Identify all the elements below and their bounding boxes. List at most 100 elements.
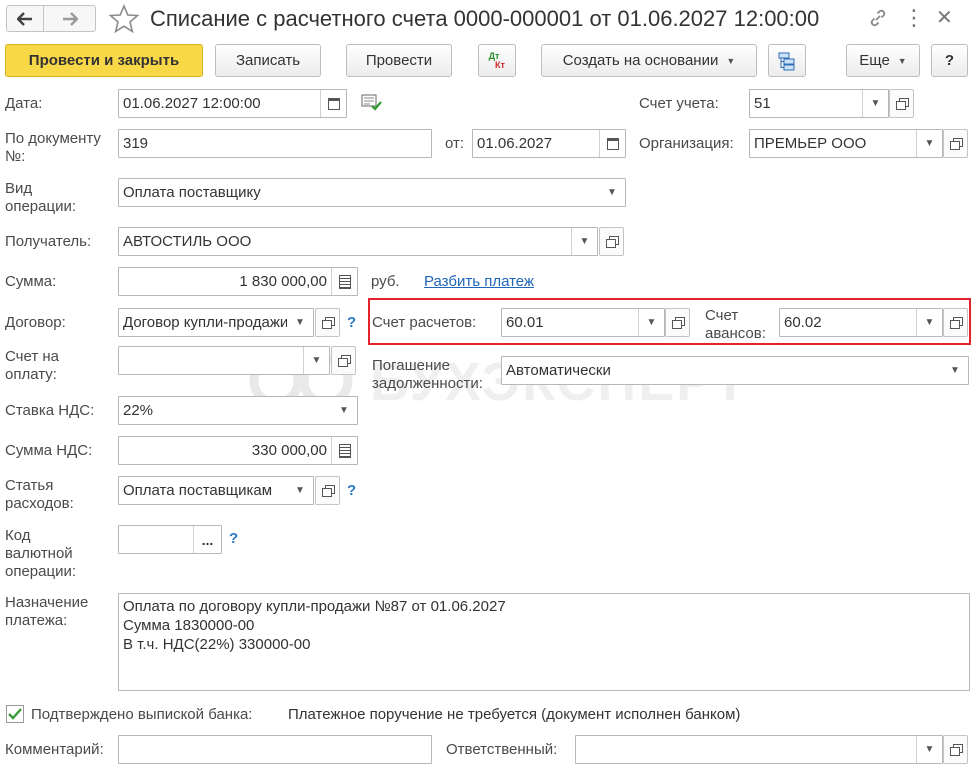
help-label: ? — [944, 52, 955, 69]
save-button[interactable]: Записать — [215, 44, 321, 77]
open-icon — [321, 485, 335, 497]
back-button[interactable] — [6, 5, 44, 32]
link-icon[interactable] — [866, 6, 890, 30]
open-icon — [337, 355, 351, 367]
create-based-on-button[interactable]: Создать на основании ▼ — [541, 44, 757, 77]
account-label: Счет учета: — [639, 95, 719, 112]
calendar-icon — [606, 137, 619, 150]
organization-dropdown-button[interactable]: ▼ — [916, 130, 942, 157]
post-and-close-button[interactable]: Провести и закрыть — [5, 44, 203, 77]
amount-field[interactable]: 1 830 000,00 — [118, 267, 358, 296]
date-label: Дата: — [5, 95, 43, 112]
open-icon — [671, 317, 685, 329]
contract-field[interactable]: Договор купли-продажи ▼ — [118, 308, 314, 337]
doc-date-calendar-button[interactable] — [599, 130, 625, 157]
calculator-icon — [338, 443, 351, 458]
invoice-field[interactable]: ▼ — [118, 346, 330, 375]
debt-repayment-dropdown-button[interactable]: ▼ — [942, 357, 968, 384]
more-button[interactable]: Еще ▼ — [846, 44, 920, 77]
contract-help-icon[interactable]: ? — [347, 314, 356, 331]
vat-rate-field[interactable]: 22% ▼ — [118, 396, 358, 425]
operation-type-dropdown-button[interactable]: ▼ — [599, 179, 625, 206]
purpose-textarea[interactable]: Оплата по договору купли-продажи №87 от … — [118, 593, 970, 691]
responsible-open-button[interactable] — [943, 735, 968, 764]
doc-date-label: от: — [445, 135, 465, 152]
create-based-on-label: Создать на основании — [562, 52, 719, 69]
settlement-account-label: Счет расчетов: — [372, 314, 477, 331]
favorite-star-icon[interactable] — [108, 3, 140, 35]
date-field[interactable]: 01.06.2027 12:00:00 — [118, 89, 347, 118]
account-open-button[interactable] — [889, 89, 914, 118]
currency-op-code-field[interactable]: ... — [118, 525, 222, 554]
forward-button[interactable] — [44, 5, 96, 32]
expense-item-dropdown-button[interactable]: ▼ — [287, 477, 313, 504]
operation-type-field[interactable]: Оплата поставщику ▼ — [118, 178, 626, 207]
vat-rate-value: 22% — [123, 402, 154, 419]
debt-repayment-value: Автоматически — [506, 362, 611, 379]
expense-item-label: Статья расходов: — [5, 477, 74, 512]
date-value: 01.06.2027 12:00:00 — [123, 95, 261, 112]
expense-item-field[interactable]: Оплата поставщикам ▼ — [118, 476, 314, 505]
doc-number-value: 319 — [123, 135, 149, 152]
recipient-field[interactable]: АВТОСТИЛЬ ООО ▼ — [118, 227, 598, 256]
responsible-dropdown-button[interactable]: ▼ — [916, 736, 942, 763]
amount-calculator-button[interactable] — [331, 268, 357, 295]
organization-field[interactable]: ПРЕМЬЕР ООО ▼ — [749, 129, 943, 158]
expense-item-open-button[interactable] — [315, 476, 340, 505]
close-icon[interactable]: ✕ — [936, 5, 953, 32]
help-button[interactable]: ? — [931, 44, 968, 77]
advance-account-dropdown-button[interactable]: ▼ — [916, 309, 942, 336]
account-value: 51 — [754, 95, 771, 112]
bank-confirmed-checkbox[interactable] — [6, 705, 24, 723]
amount-label: Сумма: — [5, 273, 57, 290]
amount-currency: руб. — [371, 273, 400, 290]
more-icon[interactable]: ⋮ — [903, 4, 925, 31]
doc-number-field[interactable]: 319 — [118, 129, 432, 158]
recipient-open-button[interactable] — [599, 227, 624, 256]
invoice-dropdown-button[interactable]: ▼ — [303, 347, 329, 374]
doc-number-label: По документу №: — [5, 130, 101, 165]
account-field[interactable]: 51 ▼ — [749, 89, 889, 118]
currency-op-code-label: Код валютной операции: — [5, 527, 77, 580]
currency-op-code-help-icon[interactable]: ? — [229, 530, 238, 547]
amount-value: 1 830 000,00 — [239, 273, 327, 290]
invoice-label: Счет на оплату: — [5, 348, 59, 383]
advance-account-open-button[interactable] — [943, 308, 968, 337]
recipient-dropdown-button[interactable]: ▼ — [571, 228, 597, 255]
chevron-down-icon: ▼ — [897, 55, 907, 66]
settlement-account-value: 60.01 — [506, 314, 544, 331]
contract-open-button[interactable] — [315, 308, 340, 337]
doc-date-value: 01.06.2027 — [477, 135, 553, 152]
settlement-account-field[interactable]: 60.01 ▼ — [501, 308, 665, 337]
expense-item-help-icon[interactable]: ? — [347, 482, 356, 499]
vat-rate-dropdown-button[interactable]: ▼ — [331, 397, 357, 424]
debt-repayment-field[interactable]: Автоматически ▼ — [501, 356, 969, 385]
currency-op-code-select-button[interactable]: ... — [193, 526, 221, 553]
account-dropdown-button[interactable]: ▼ — [862, 90, 888, 117]
check-date-icon[interactable] — [361, 94, 383, 112]
advance-account-field[interactable]: 60.02 ▼ — [779, 308, 943, 337]
post-and-close-label: Провести и закрыть — [28, 52, 180, 69]
settlement-account-open-button[interactable] — [665, 308, 690, 337]
vat-amount-field[interactable]: 330 000,00 — [118, 436, 358, 465]
dt-kt-icon: Дт Кт — [489, 51, 506, 70]
contract-dropdown-button[interactable]: ▼ — [287, 309, 313, 336]
structure-button[interactable] — [768, 44, 806, 77]
vat-amount-calculator-button[interactable] — [331, 437, 357, 464]
responsible-field[interactable]: ▼ — [575, 735, 943, 764]
split-payment-link[interactable]: Разбить платеж — [424, 273, 534, 291]
organization-value: ПРЕМЬЕР ООО — [754, 135, 867, 152]
doc-date-field[interactable]: 01.06.2027 — [472, 129, 626, 158]
post-button[interactable]: Провести — [346, 44, 452, 77]
comment-field[interactable] — [118, 735, 432, 764]
dt-kt-button[interactable]: Дт Кт — [478, 44, 516, 77]
calendar-button[interactable] — [320, 90, 346, 117]
settlement-account-dropdown-button[interactable]: ▼ — [638, 309, 664, 336]
advance-account-label: Счет авансов: — [705, 307, 766, 342]
purpose-label: Назначение платежа: — [5, 594, 89, 629]
invoice-open-button[interactable] — [331, 346, 356, 375]
organization-open-button[interactable] — [943, 129, 968, 158]
vat-amount-value: 330 000,00 — [251, 442, 327, 459]
vat-amount-label: Сумма НДС: — [5, 442, 93, 459]
advance-account-value: 60.02 — [784, 314, 822, 331]
